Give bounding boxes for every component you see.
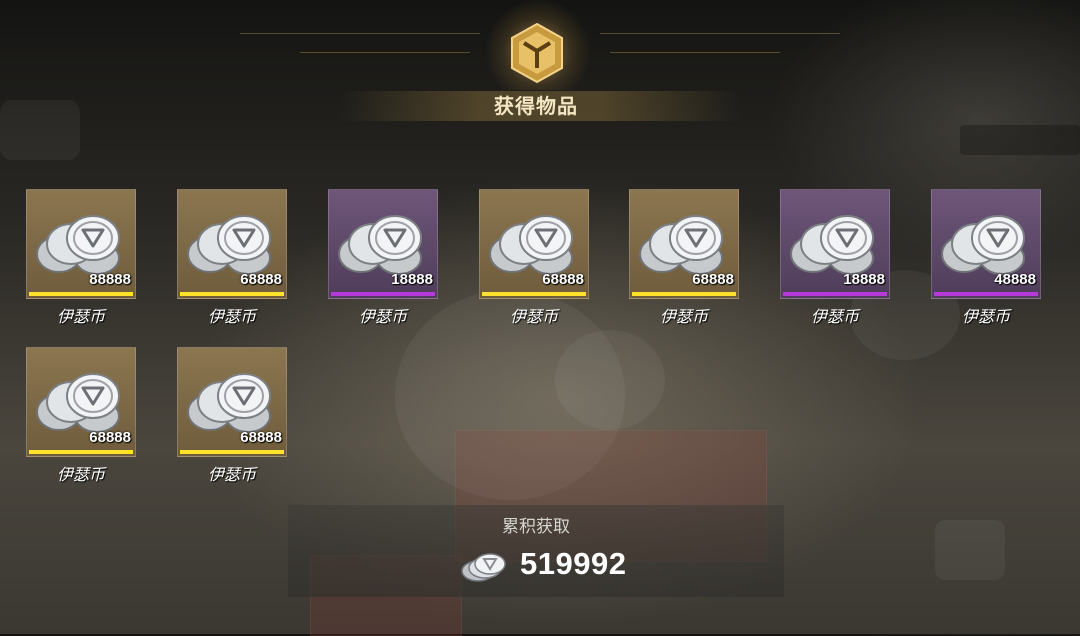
coin-stack-icon bbox=[461, 553, 506, 582]
header-deco-line bbox=[240, 33, 480, 34]
item-count: 88888 bbox=[89, 271, 131, 288]
page-title: 获得物品 bbox=[494, 94, 578, 118]
reward-item[interactable]: 18888 伊瑟币 bbox=[328, 189, 438, 327]
reward-tile[interactable]: 68888 bbox=[479, 189, 589, 299]
item-name: 伊瑟币 bbox=[659, 307, 708, 326]
hexagon-y-emblem-icon bbox=[511, 22, 563, 84]
item-name: 伊瑟币 bbox=[810, 307, 859, 326]
coin-stack-icon bbox=[639, 215, 723, 275]
total-value: 519992 bbox=[520, 546, 627, 581]
rarity-bar bbox=[632, 292, 736, 296]
coin-stack-icon bbox=[790, 215, 874, 275]
reward-tile[interactable]: 48888 bbox=[931, 189, 1041, 299]
rarity-bar bbox=[934, 292, 1038, 296]
summary-label: 累积获取 bbox=[502, 517, 570, 537]
coin-stack-icon bbox=[187, 373, 271, 433]
item-count: 18888 bbox=[843, 271, 885, 288]
item-count: 68888 bbox=[542, 271, 584, 288]
reward-item[interactable]: 68888 伊瑟币 bbox=[479, 189, 589, 327]
header-deco-line bbox=[600, 33, 840, 34]
item-name: 伊瑟币 bbox=[509, 307, 558, 326]
coin-stack-icon bbox=[36, 373, 120, 433]
header-deco-line bbox=[610, 52, 780, 53]
item-name: 伊瑟币 bbox=[207, 307, 256, 326]
item-count: 48888 bbox=[994, 271, 1036, 288]
item-name: 伊瑟币 bbox=[207, 465, 256, 484]
item-name: 伊瑟币 bbox=[358, 307, 407, 326]
reward-item[interactable]: 68888 伊瑟币 bbox=[629, 189, 739, 327]
reward-tile[interactable]: 68888 bbox=[26, 347, 136, 457]
reward-tile[interactable]: 68888 bbox=[177, 347, 287, 457]
item-count: 68888 bbox=[240, 271, 282, 288]
item-count: 68888 bbox=[692, 271, 734, 288]
rarity-bar bbox=[331, 292, 435, 296]
reward-item[interactable]: 88888 伊瑟币 bbox=[26, 189, 136, 327]
reward-tile[interactable]: 68888 bbox=[177, 189, 287, 299]
rarity-bar bbox=[180, 450, 284, 454]
reward-item[interactable]: 68888 伊瑟币 bbox=[177, 189, 287, 327]
coin-stack-icon bbox=[187, 215, 271, 275]
item-name: 伊瑟币 bbox=[961, 307, 1010, 326]
reward-item[interactable]: 68888 伊瑟币 bbox=[26, 347, 136, 485]
item-name: 伊瑟币 bbox=[56, 465, 105, 484]
rarity-bar bbox=[29, 292, 133, 296]
rarity-bar bbox=[482, 292, 586, 296]
reward-tile[interactable]: 18888 bbox=[328, 189, 438, 299]
item-count: 68888 bbox=[240, 429, 282, 446]
coin-stack-icon bbox=[489, 215, 573, 275]
rarity-bar bbox=[783, 292, 887, 296]
coin-stack-icon bbox=[941, 215, 1025, 275]
reward-header: 获得物品 bbox=[0, 0, 1080, 130]
item-count: 18888 bbox=[391, 271, 433, 288]
reward-item[interactable]: 68888 伊瑟币 bbox=[177, 347, 287, 485]
coin-stack-icon bbox=[338, 215, 422, 275]
reward-tile[interactable]: 68888 bbox=[629, 189, 739, 299]
rarity-bar bbox=[180, 292, 284, 296]
coin-stack-icon bbox=[36, 215, 120, 275]
rarity-bar bbox=[29, 450, 133, 454]
reward-tile[interactable]: 88888 bbox=[26, 189, 136, 299]
reward-item[interactable]: 48888 伊瑟币 bbox=[931, 189, 1041, 327]
item-name: 伊瑟币 bbox=[56, 307, 105, 326]
header-deco-line bbox=[300, 52, 470, 53]
reward-tile[interactable]: 18888 bbox=[780, 189, 890, 299]
item-count: 68888 bbox=[89, 429, 131, 446]
reward-item[interactable]: 18888 伊瑟币 bbox=[780, 189, 890, 327]
